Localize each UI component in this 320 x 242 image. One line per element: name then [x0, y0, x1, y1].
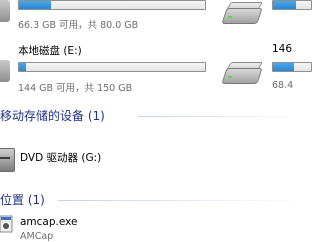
- hard-drive-icon[interactable]: [221, 62, 263, 86]
- drive-icon[interactable]: [0, 0, 10, 22]
- drive-icon[interactable]: [0, 60, 10, 82]
- drive-usage-fill: [19, 63, 27, 71]
- drive-usage-bar: [272, 0, 312, 10]
- drive-usage-bar: [18, 0, 206, 10]
- section-divider: [58, 200, 306, 201]
- file-subtitle: AMCap: [20, 231, 54, 242]
- drive-usage-bar: [272, 62, 312, 72]
- file-name[interactable]: amcap.exe: [20, 216, 78, 228]
- drive-usage-fill: [19, 1, 51, 9]
- application-icon[interactable]: [0, 214, 14, 236]
- hard-drive-icon[interactable]: [221, 2, 263, 26]
- drive-name-partial[interactable]: 146: [272, 43, 292, 55]
- dvd-drive-icon[interactable]: [0, 148, 15, 172]
- drive-free-space-partial: 68.4: [272, 80, 294, 91]
- dvd-drive-name[interactable]: DVD 驱动器 (G:): [20, 150, 101, 165]
- drive-free-space: 66.3 GB 可用，共 80.0 GB: [18, 20, 139, 31]
- section-title-location[interactable]: 位置 (1): [0, 191, 45, 208]
- drive-usage-bar: [18, 62, 206, 72]
- drive-free-space: 144 GB 可用，共 150 GB: [18, 83, 133, 94]
- section-title-removable[interactable]: 移动存储的设备 (1): [0, 107, 105, 124]
- drive-name[interactable]: 本地磁盘 (E:): [18, 43, 82, 58]
- section-divider: [138, 116, 306, 117]
